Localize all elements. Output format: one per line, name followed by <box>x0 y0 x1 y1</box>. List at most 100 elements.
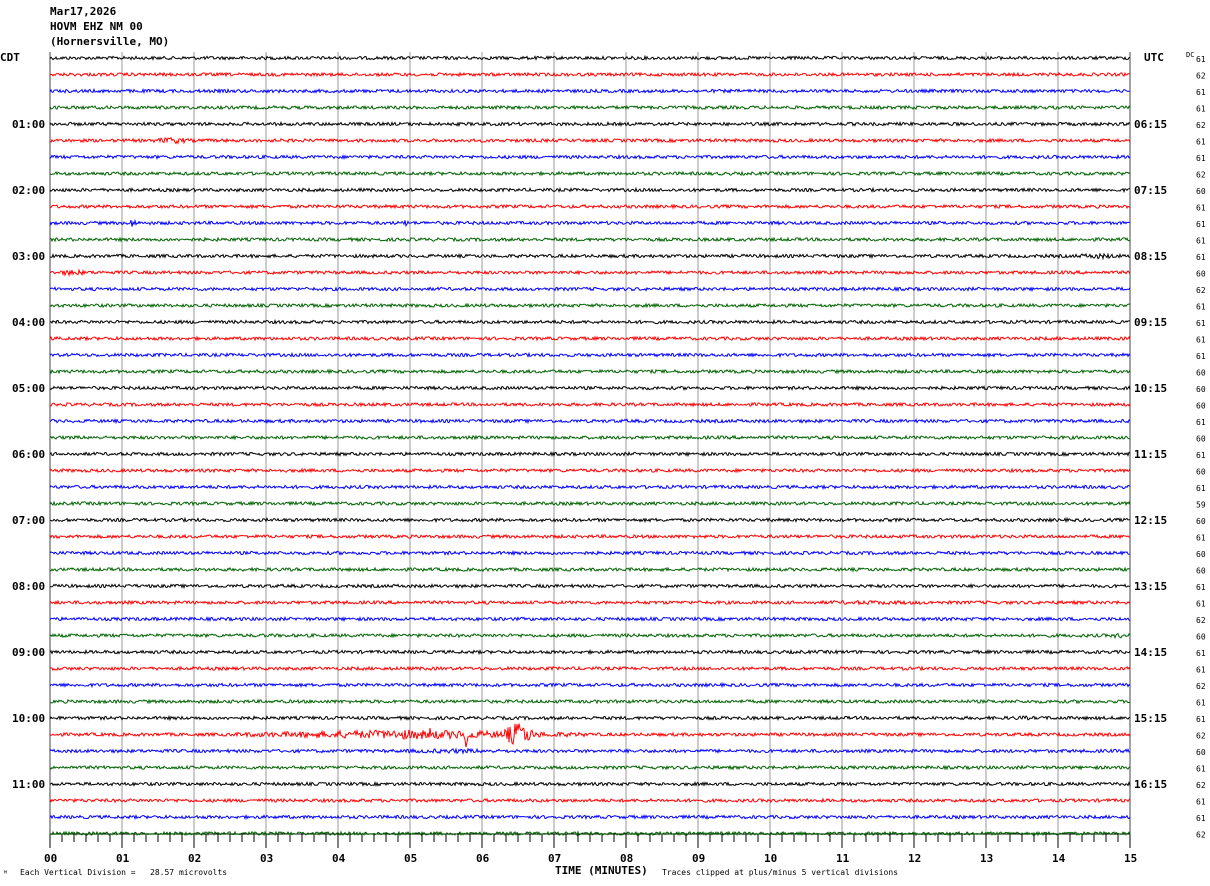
trace-row-40 <box>49 714 1131 722</box>
utc-hour-label: 11:15 <box>1134 448 1167 461</box>
dc-offset-label: 61 <box>1196 583 1206 592</box>
trace-row-4 <box>49 120 1131 128</box>
x-tick-label: 13 <box>980 852 993 865</box>
dc-offset-label: 61 <box>1196 484 1206 493</box>
dc-offset-label: 60 <box>1196 385 1206 394</box>
dc-offset-label: 62 <box>1196 616 1206 625</box>
trace-row-37 <box>49 665 1131 672</box>
dc-offset-label: 61 <box>1196 649 1206 658</box>
dc-offset-label: 60 <box>1196 517 1206 526</box>
utc-hour-label: 09:15 <box>1134 316 1167 329</box>
x-tick-label: 15 <box>1124 852 1137 865</box>
trace-row-31 <box>49 566 1131 573</box>
cdt-axis-title: CDT <box>0 51 20 64</box>
dc-offset-label: 62 <box>1196 121 1206 130</box>
dc-offset-label: 62 <box>1196 831 1206 840</box>
x-tick-label: 12 <box>908 852 921 865</box>
trace-row-28 <box>49 516 1131 524</box>
trace-row-11 <box>49 236 1131 243</box>
cdt-hour-label: 01:00 <box>12 118 45 131</box>
dc-offset-label: 61 <box>1196 220 1206 229</box>
trace-row-45 <box>49 797 1131 804</box>
trace-row-33 <box>49 599 1131 606</box>
trace-row-1 <box>49 71 1131 78</box>
trace-row-24 <box>49 450 1131 458</box>
corner-mark-icon: ᴹ <box>3 869 8 878</box>
x-tick-label: 10 <box>764 852 777 865</box>
dc-offset-label: 59 <box>1196 501 1206 510</box>
dc-offset-label: 61 <box>1196 418 1206 427</box>
dc-offset-label: 60 <box>1196 187 1206 196</box>
utc-hour-label: 07:15 <box>1134 184 1167 197</box>
dc-offset-label: 60 <box>1196 748 1206 757</box>
utc-hour-label: 06:15 <box>1134 118 1167 131</box>
trace-row-16 <box>49 318 1131 325</box>
dc-offset-label: 61 <box>1196 666 1206 675</box>
trace-row-41 <box>49 723 1131 748</box>
trace-row-35 <box>49 632 1131 640</box>
cdt-hour-label: 08:00 <box>12 580 45 593</box>
trace-row-9 <box>49 203 1131 210</box>
cdt-hour-label: 10:00 <box>12 712 45 725</box>
trace-row-36 <box>49 648 1131 656</box>
trace-row-27 <box>49 500 1131 507</box>
dc-offset-label: 61 <box>1196 765 1206 774</box>
x-tick-label: 11 <box>836 852 850 865</box>
dc-offset-label: 61 <box>1196 814 1206 823</box>
x-tick-label: 02 <box>188 852 201 865</box>
dc-offset-label: 60 <box>1196 402 1206 411</box>
trace-row-25 <box>49 467 1131 474</box>
dc-offset-label: 60 <box>1196 369 1206 378</box>
dc-offset-label: 61 <box>1196 715 1206 724</box>
dc-offset-label: 61 <box>1196 88 1206 97</box>
dc-offset-label: 60 <box>1196 567 1206 576</box>
trace-row-39 <box>49 698 1131 705</box>
dc-offset-label: 61 <box>1196 204 1206 213</box>
helicorder-plot: 00 01 02 03 04 05 06 07 08 09 10 11 12 13 14 1561626161… <box>0 51 1206 878</box>
trace-row-2 <box>49 87 1131 95</box>
dc-offset-label: 61 <box>1196 105 1206 114</box>
utc-hour-label: 14:15 <box>1134 646 1167 659</box>
cdt-hour-label: 11:00 <box>12 778 45 791</box>
x-tick-label: 01 <box>116 852 130 865</box>
dc-offset-label: 61 <box>1196 253 1206 262</box>
utc-hour-label: 08:15 <box>1134 250 1167 263</box>
dc-offset-label: 61 <box>1196 154 1206 163</box>
cdt-hour-label: 04:00 <box>12 316 45 329</box>
cdt-hour-label: 03:00 <box>12 250 45 263</box>
trace-row-0 <box>49 54 1131 62</box>
utc-hour-label: 15:15 <box>1134 712 1167 725</box>
utc-hour-label: 10:15 <box>1134 382 1167 395</box>
trace-row-30 <box>49 549 1130 557</box>
trace-row-10 <box>49 218 1131 228</box>
dc-offset-label: 61 <box>1196 451 1206 460</box>
dc-offset-label: 60 <box>1196 468 1206 477</box>
utc-hour-label: 16:15 <box>1134 778 1167 791</box>
dc-title: DC <box>1186 51 1194 59</box>
cdt-hour-label: 07:00 <box>12 514 45 527</box>
trace-row-8 <box>49 186 1130 194</box>
trace-row-6 <box>49 153 1131 161</box>
dc-offset-label: 61 <box>1196 303 1206 312</box>
trace-row-3 <box>49 104 1131 111</box>
trace-row-46 <box>49 813 1131 821</box>
x-tick-label: 03 <box>260 852 273 865</box>
x-axis-title: TIME (MINUTES) <box>555 864 648 877</box>
cdt-hour-label: 05:00 <box>12 382 45 395</box>
dc-offset-label: 61 <box>1196 600 1206 609</box>
trace-row-20 <box>49 384 1131 392</box>
seismic-traces <box>49 54 1131 837</box>
dc-offset-label: 60 <box>1196 633 1206 642</box>
trace-row-12 <box>50 252 1131 261</box>
dc-offset-label: 62 <box>1196 732 1206 741</box>
dc-offset-label: 61 <box>1196 534 1206 543</box>
trace-row-32 <box>49 583 1131 590</box>
dc-offset-label: 62 <box>1196 682 1206 691</box>
trace-row-34 <box>49 615 1131 623</box>
dc-offset-label: 62 <box>1196 286 1206 295</box>
x-tick-label: 06 <box>476 852 490 865</box>
utc-hour-label: 12:15 <box>1134 514 1167 527</box>
x-tick-label: 09 <box>692 852 705 865</box>
dc-offset-label: 61 <box>1196 352 1206 361</box>
trace-row-26 <box>49 483 1131 491</box>
